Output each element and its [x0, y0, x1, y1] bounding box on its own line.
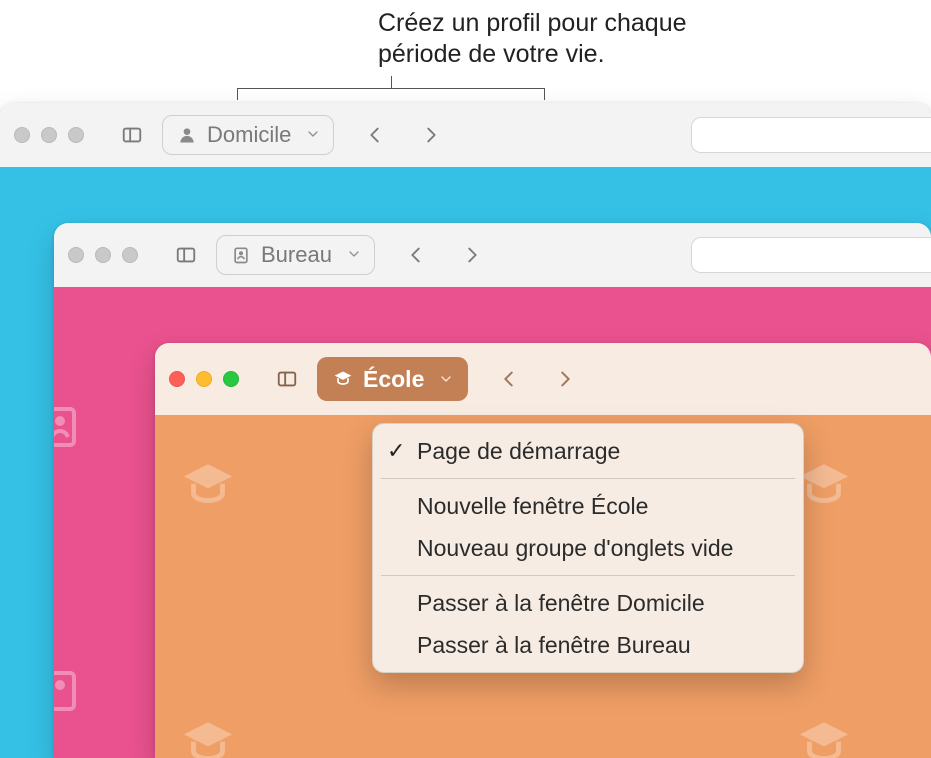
chevron-right-icon — [554, 368, 576, 390]
traffic-min-inactive[interactable] — [95, 247, 111, 263]
badge-icon — [231, 245, 251, 265]
chevron-left-icon — [498, 368, 520, 390]
profile-label: Domicile — [207, 122, 291, 148]
sidebar-icon — [121, 124, 143, 146]
badge-bg-icon — [54, 403, 84, 451]
menu-separator — [381, 478, 795, 479]
address-bar[interactable] — [691, 117, 931, 153]
callout-text: Créez un profil pour chaque période de v… — [378, 8, 687, 71]
callout-bracket — [237, 78, 545, 104]
profile-switcher-ecole[interactable]: École — [317, 357, 468, 401]
person-icon — [177, 125, 197, 145]
profile-switcher-domicile[interactable]: Domicile — [162, 115, 334, 155]
graduation-cap-bg-icon — [795, 715, 853, 758]
chevron-right-icon — [461, 244, 483, 266]
menu-separator — [381, 575, 795, 576]
forward-button[interactable] — [453, 237, 491, 273]
profile-label: Bureau — [261, 242, 332, 268]
nav-buttons — [490, 361, 584, 397]
profile-label: École — [363, 366, 424, 393]
traffic-close-inactive[interactable] — [14, 127, 30, 143]
callout-line-2: période de votre vie. — [378, 39, 687, 70]
address-bar[interactable] — [691, 237, 931, 273]
chevron-left-icon — [364, 124, 386, 146]
back-button[interactable] — [356, 117, 394, 153]
profile-menu: Page de démarrage Nouvelle fenêtre École… — [372, 423, 804, 673]
menu-item-new-tab-group[interactable]: Nouveau groupe d'onglets vide — [373, 527, 803, 569]
menu-item-label: Passer à la fenêtre Domicile — [417, 590, 705, 617]
window-ecole: École — [155, 343, 931, 758]
sidebar-icon — [276, 368, 298, 390]
traffic-close[interactable] — [169, 371, 185, 387]
menu-item-new-window-ecole[interactable]: Nouvelle fenêtre École — [373, 485, 803, 527]
menu-item-start-page[interactable]: Page de démarrage — [373, 430, 803, 472]
menu-item-label: Nouveau groupe d'onglets vide — [417, 535, 733, 562]
back-button[interactable] — [397, 237, 435, 273]
traffic-maximize[interactable] — [223, 371, 239, 387]
traffic-max-inactive[interactable] — [122, 247, 138, 263]
toolbar-domicile: Domicile — [0, 103, 931, 167]
profile-switcher-bureau[interactable]: Bureau — [216, 235, 375, 275]
chevron-right-icon — [420, 124, 442, 146]
forward-button[interactable] — [546, 361, 584, 397]
menu-item-label: Passer à la fenêtre Bureau — [417, 632, 691, 659]
traffic-close-inactive[interactable] — [68, 247, 84, 263]
callout-line-1: Créez un profil pour chaque — [378, 8, 687, 39]
badge-bg-icon — [54, 667, 84, 715]
menu-item-switch-bureau[interactable]: Passer à la fenêtre Bureau — [373, 624, 803, 666]
menu-item-label: Page de démarrage — [417, 438, 620, 465]
chevron-left-icon — [405, 244, 427, 266]
sidebar-icon — [175, 244, 197, 266]
nav-buttons — [397, 237, 491, 273]
graduation-cap-icon — [333, 369, 353, 389]
traffic-lights — [14, 127, 84, 143]
menu-item-switch-domicile[interactable]: Passer à la fenêtre Domicile — [373, 582, 803, 624]
chevron-down-icon — [305, 122, 321, 148]
sidebar-toggle-button[interactable] — [112, 117, 152, 153]
traffic-min-inactive[interactable] — [41, 127, 57, 143]
nav-buttons — [356, 117, 450, 153]
toolbar-bureau: Bureau — [54, 223, 931, 287]
toolbar-ecole: École — [155, 343, 931, 415]
traffic-lights — [68, 247, 138, 263]
graduation-cap-bg-icon — [179, 457, 237, 515]
chevron-down-icon — [438, 366, 454, 393]
chevron-down-icon — [346, 242, 362, 268]
back-button[interactable] — [490, 361, 528, 397]
graduation-cap-bg-icon — [179, 715, 237, 758]
traffic-minimize[interactable] — [196, 371, 212, 387]
sidebar-toggle-button[interactable] — [267, 361, 307, 397]
sidebar-toggle-button[interactable] — [166, 237, 206, 273]
traffic-lights — [169, 371, 239, 387]
traffic-max-inactive[interactable] — [68, 127, 84, 143]
forward-button[interactable] — [412, 117, 450, 153]
menu-item-label: Nouvelle fenêtre École — [417, 493, 648, 520]
